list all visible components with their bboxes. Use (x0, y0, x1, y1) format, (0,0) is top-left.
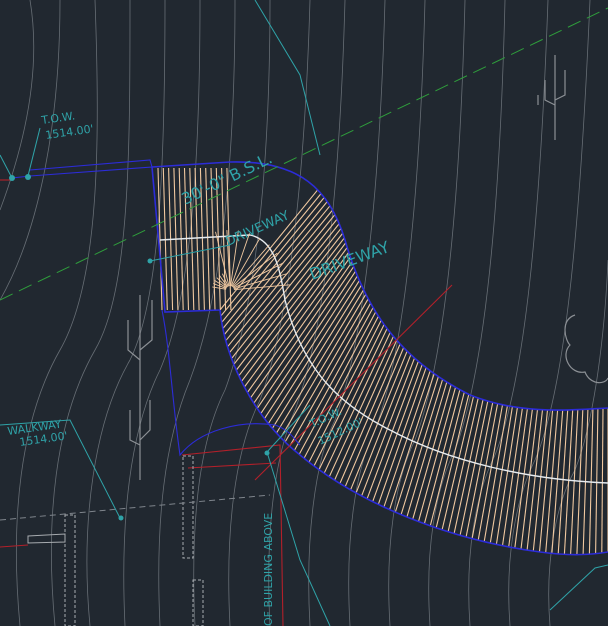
building-above-label: OF BUILDING ABOVE (262, 513, 275, 626)
cad-drawing[interactable]: T.O.W. 1514.00' 30'-0" B.S.L. DRIVEWAY D… (0, 0, 608, 626)
